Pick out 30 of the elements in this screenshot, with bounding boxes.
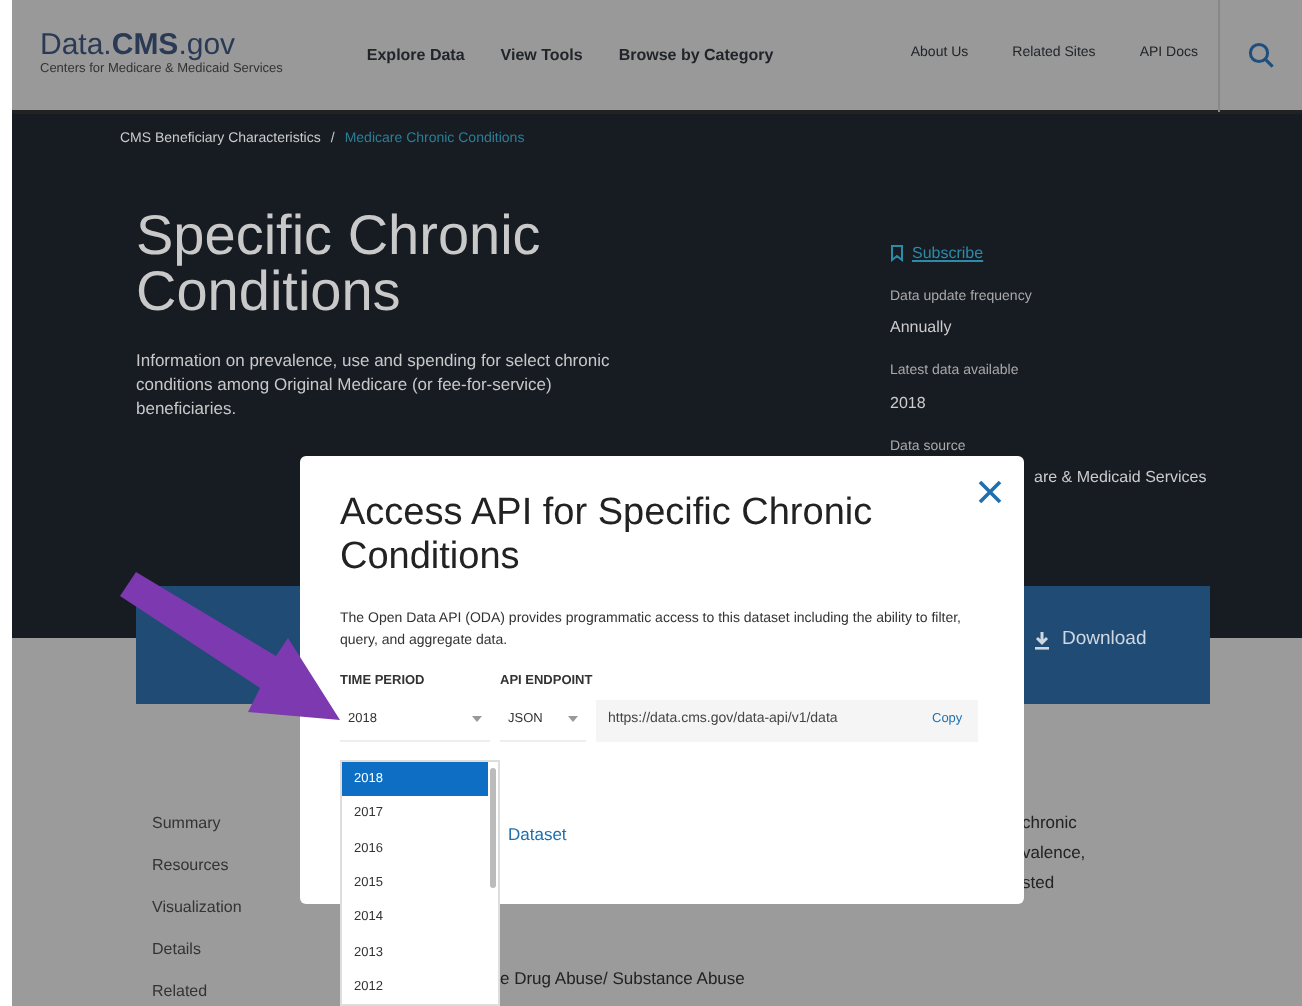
meta-value: are & Medicaid Services <box>1034 466 1207 490</box>
body-text: valence, <box>1022 840 1086 866</box>
caret-icon <box>472 716 482 723</box>
logo[interactable]: Data.CMS.gov <box>40 30 283 61</box>
sidebar-link[interactable]: Resources <box>152 854 242 880</box>
search-icon[interactable] <box>1248 42 1274 68</box>
caret-icon <box>568 716 578 723</box>
dataset-link[interactable]: Dataset <box>508 822 567 848</box>
meta-value: Annually <box>890 316 954 340</box>
page-title: Specific Chronic Conditions <box>136 207 543 319</box>
download-icon <box>1034 631 1050 650</box>
meta-value: 2018 <box>890 391 928 415</box>
arrow-icon <box>116 572 340 720</box>
sidebar-link[interactable]: Summary <box>152 812 242 838</box>
sidebar-link[interactable]: Details <box>152 938 242 964</box>
download-button[interactable]: Download <box>1022 624 1159 657</box>
bookmark-icon <box>890 244 904 262</box>
close-icon[interactable] <box>976 478 1004 506</box>
subscribe-link[interactable]: Subscribe <box>890 241 1207 265</box>
page-description: Information on prevalence, use and spending for select chronic conditions among Original Medicare (or fee-for-service) beneficiaries. <box>136 347 612 421</box>
sidebar-link[interactable]: Visualization <box>152 896 242 922</box>
sidebar-link[interactable]: Related <box>152 980 242 1006</box>
body-text: chronic <box>1022 810 1079 836</box>
body-text: sted <box>1022 870 1057 896</box>
nav-link[interactable]: View Tools <box>500 43 583 67</box>
nav-link[interactable]: Explore Data <box>366 43 465 67</box>
body-text: e Drug Abuse/ Substance Abuse <box>500 966 745 992</box>
modal-title: Access API for Specific Chronic Conditions <box>340 492 875 580</box>
scrollbar[interactable] <box>490 768 496 888</box>
nav-link[interactable]: Browse by Category <box>618 43 774 67</box>
